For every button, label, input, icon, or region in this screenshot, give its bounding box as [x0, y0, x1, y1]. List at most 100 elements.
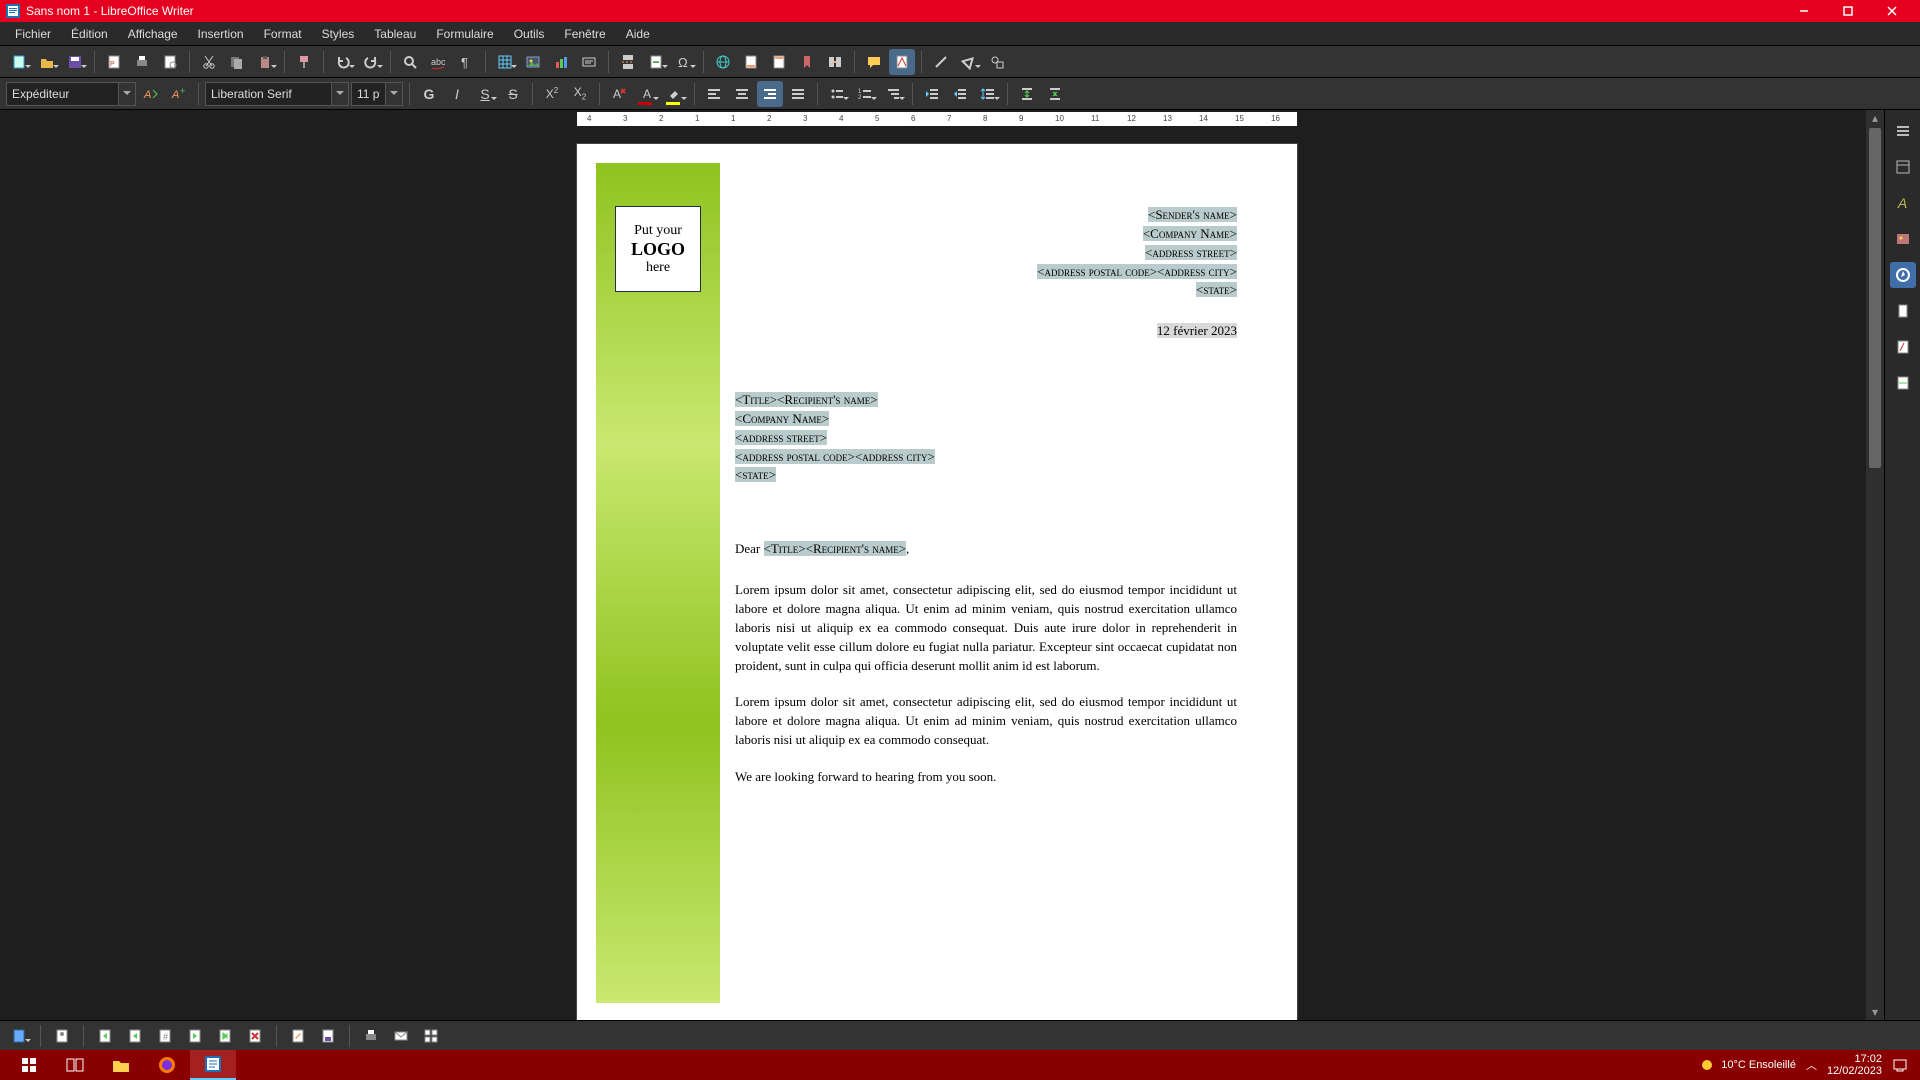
menu-aide[interactable]: Aide — [617, 24, 659, 44]
menu-format[interactable]: Format — [255, 24, 311, 44]
basic-shapes-button[interactable] — [956, 49, 982, 75]
insert-comment-button[interactable] — [861, 49, 887, 75]
maximize-button[interactable] — [1826, 0, 1870, 22]
export-pdf-button[interactable]: P — [101, 49, 127, 75]
increase-indent-button[interactable] — [919, 81, 945, 107]
mm-print-button[interactable] — [358, 1023, 384, 1049]
insert-pagebreak-button[interactable] — [615, 49, 641, 75]
formatting-marks-button[interactable]: ¶ — [453, 49, 479, 75]
paste-button[interactable] — [252, 49, 278, 75]
menu-fenetre[interactable]: Fenêtre — [555, 24, 614, 44]
manage-changes-icon[interactable] — [1890, 370, 1916, 396]
track-changes-button[interactable] — [889, 49, 915, 75]
align-right-button[interactable] — [757, 81, 783, 107]
styles-panel-icon[interactable]: A — [1890, 190, 1916, 216]
writer-taskbar-icon[interactable] — [190, 1050, 236, 1080]
menu-edition[interactable]: Édition — [62, 24, 117, 44]
recipient-block[interactable]: <Title><Recipient's name> <Company Name>… — [735, 391, 1237, 485]
menu-outils[interactable]: Outils — [505, 24, 554, 44]
insert-field-button[interactable] — [643, 49, 669, 75]
paragraph-style-combo[interactable] — [6, 82, 136, 106]
align-justify-button[interactable] — [785, 81, 811, 107]
cut-button[interactable] — [196, 49, 222, 75]
sender-block[interactable]: <Sender's name> <Company Name> <address … — [735, 206, 1237, 300]
draw-line-button[interactable] — [928, 49, 954, 75]
mm-next-button[interactable] — [182, 1023, 208, 1049]
menu-affichage[interactable]: Affichage — [119, 24, 187, 44]
close-button[interactable] — [1870, 0, 1914, 22]
font-name-combo[interactable] — [205, 82, 349, 106]
spellcheck-button[interactable]: abc — [425, 49, 451, 75]
open-button[interactable] — [34, 49, 60, 75]
insert-special-char-button[interactable]: Ω — [671, 49, 697, 75]
menu-tableau[interactable]: Tableau — [365, 24, 425, 44]
horizontal-ruler[interactable]: 432112345678910111213141516 — [8, 110, 1866, 128]
mm-labels-button[interactable] — [418, 1023, 444, 1049]
italic-button[interactable]: I — [444, 81, 470, 107]
decrease-indent-button[interactable] — [947, 81, 973, 107]
mm-last-button[interactable] — [212, 1023, 238, 1049]
salutation[interactable]: Dear <Title><Recipient's name>, — [735, 540, 1237, 559]
font-name-input[interactable] — [205, 82, 331, 106]
mm-exclude-button[interactable] — [242, 1023, 268, 1049]
print-button[interactable] — [129, 49, 155, 75]
style-inspector-icon[interactable] — [1890, 334, 1916, 360]
logo-placeholder[interactable]: Put your LOGO here — [615, 206, 701, 292]
mm-save-button[interactable] — [315, 1023, 341, 1049]
decrease-para-spacing-button[interactable] — [1042, 81, 1068, 107]
font-color-button[interactable]: A — [634, 81, 660, 107]
firefox-taskbar-icon[interactable] — [144, 1050, 190, 1080]
outline-list-button[interactable] — [880, 81, 906, 107]
sidepanel-menu-icon[interactable] — [1890, 118, 1916, 144]
date-block[interactable]: 12 février 2023 — [735, 322, 1237, 341]
insert-crossref-button[interactable] — [822, 49, 848, 75]
paragraph-style-dropdown[interactable] — [118, 82, 136, 106]
mm-current-button[interactable]: # — [152, 1023, 178, 1049]
clock[interactable]: 17:02 12/02/2023 — [1827, 1053, 1882, 1077]
update-style-button[interactable]: A — [138, 81, 164, 107]
navigator-panel-icon[interactable] — [1890, 262, 1916, 288]
properties-panel-icon[interactable] — [1890, 154, 1916, 180]
insert-chart-button[interactable] — [548, 49, 574, 75]
start-button[interactable] — [6, 1050, 52, 1080]
redo-button[interactable] — [358, 49, 384, 75]
body[interactable]: Lorem ipsum dolor sit amet, consectetur … — [735, 581, 1237, 787]
document-page[interactable]: Put your LOGO here <Sender's name> <Comp… — [577, 144, 1297, 1020]
insert-footnote-button[interactable] — [738, 49, 764, 75]
scroll-down-button[interactable]: ▾ — [1866, 1004, 1884, 1020]
subscript-button[interactable]: X2 — [567, 81, 593, 107]
scrollbar-thumb[interactable] — [1869, 128, 1881, 468]
scroll-up-button[interactable]: ▴ — [1866, 110, 1884, 126]
minimize-button[interactable] — [1782, 0, 1826, 22]
draw-functions-button[interactable] — [984, 49, 1010, 75]
menu-insertion[interactable]: Insertion — [189, 24, 253, 44]
paragraph-style-input[interactable] — [6, 82, 118, 106]
insert-image-button[interactable] — [520, 49, 546, 75]
vertical-scrollbar[interactable]: ▴ ▾ — [1866, 110, 1884, 1020]
print-preview-button[interactable] — [157, 49, 183, 75]
insert-bookmark-button[interactable] — [794, 49, 820, 75]
strikethrough-button[interactable]: S — [500, 81, 526, 107]
notifications-icon[interactable] — [1892, 1057, 1908, 1073]
mm-addresses-button[interactable] — [49, 1023, 75, 1049]
font-size-combo[interactable] — [351, 82, 403, 106]
highlight-color-button[interactable] — [662, 81, 688, 107]
underline-button[interactable]: S — [472, 81, 498, 107]
bold-button[interactable]: G — [416, 81, 442, 107]
align-left-button[interactable] — [701, 81, 727, 107]
insert-textbox-button[interactable] — [576, 49, 602, 75]
insert-endnote-button[interactable] — [766, 49, 792, 75]
tray-chevron-icon[interactable]: ︿ — [1806, 1057, 1817, 1073]
font-size-dropdown[interactable] — [385, 82, 403, 106]
mm-edit-button[interactable] — [285, 1023, 311, 1049]
mm-prev-button[interactable] — [122, 1023, 148, 1049]
mm-first-button[interactable] — [92, 1023, 118, 1049]
menu-styles[interactable]: Styles — [313, 24, 364, 44]
superscript-button[interactable]: X2 — [539, 81, 565, 107]
increase-para-spacing-button[interactable] — [1014, 81, 1040, 107]
font-name-dropdown[interactable] — [331, 82, 349, 106]
line-spacing-button[interactable] — [975, 81, 1001, 107]
menu-formulaire[interactable]: Formulaire — [427, 24, 502, 44]
undo-button[interactable] — [330, 49, 356, 75]
mailmerge-wizard-button[interactable] — [6, 1023, 32, 1049]
